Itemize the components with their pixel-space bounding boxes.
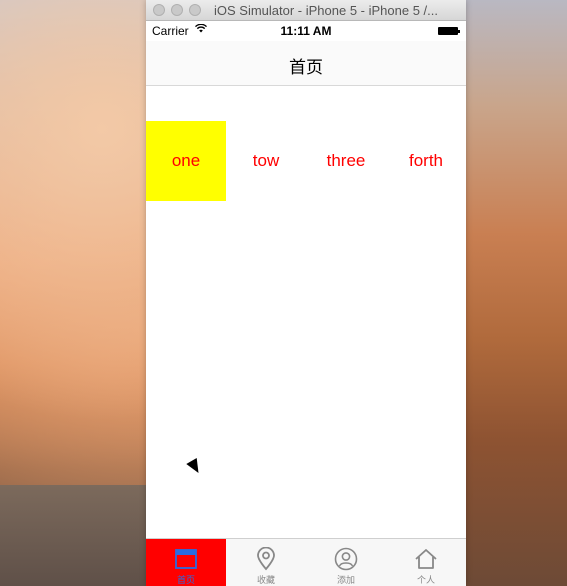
mouse-pointer-icon [186, 457, 204, 477]
map-pin-icon [256, 546, 276, 572]
segment-bar: one tow three forth [146, 121, 466, 201]
tab-favorites-label: 收藏 [256, 575, 275, 585]
tab-profile-label: 个人 [416, 575, 435, 585]
tab-favorites[interactable]: 收藏 [226, 539, 306, 586]
home-square-icon [175, 546, 197, 572]
segment-forth[interactable]: forth [386, 121, 466, 201]
desktop-wallpaper-mountain [0, 485, 146, 586]
status-time: 11:11 AM [280, 24, 332, 38]
tab-profile[interactable]: 个人 [386, 539, 466, 586]
simulator-window: iOS Simulator - iPhone 5 - iPhone 5 /...… [146, 0, 466, 586]
tab-add[interactable]: 添加 [306, 539, 386, 586]
window-controls [153, 4, 201, 16]
tab-home[interactable]: 首页 [146, 539, 226, 586]
main-content: one tow three forth [146, 86, 466, 539]
close-window-button[interactable] [153, 4, 165, 16]
minimize-window-button[interactable] [171, 4, 183, 16]
page-title: 首页 [289, 58, 323, 77]
window-title: iOS Simulator - iPhone 5 - iPhone 5 /... [214, 3, 438, 18]
desktop-wallpaper-right [466, 0, 567, 586]
person-circle-icon [334, 546, 358, 572]
tab-bar: 首页 收藏 添加 个人 [146, 538, 466, 586]
window-titlebar: iOS Simulator - iPhone 5 - iPhone 5 /... [146, 0, 466, 21]
status-bar: Carrier 11:11 AM [146, 21, 466, 41]
tab-add-label: 添加 [336, 575, 355, 585]
segment-one[interactable]: one [146, 121, 226, 201]
house-icon [414, 546, 438, 572]
zoom-window-button[interactable] [189, 4, 201, 16]
battery-icon [438, 27, 460, 35]
navigation-bar: 首页 [146, 41, 466, 86]
segment-three[interactable]: three [306, 121, 386, 201]
tab-home-label: 首页 [176, 575, 195, 585]
segment-tow[interactable]: tow [226, 121, 306, 201]
